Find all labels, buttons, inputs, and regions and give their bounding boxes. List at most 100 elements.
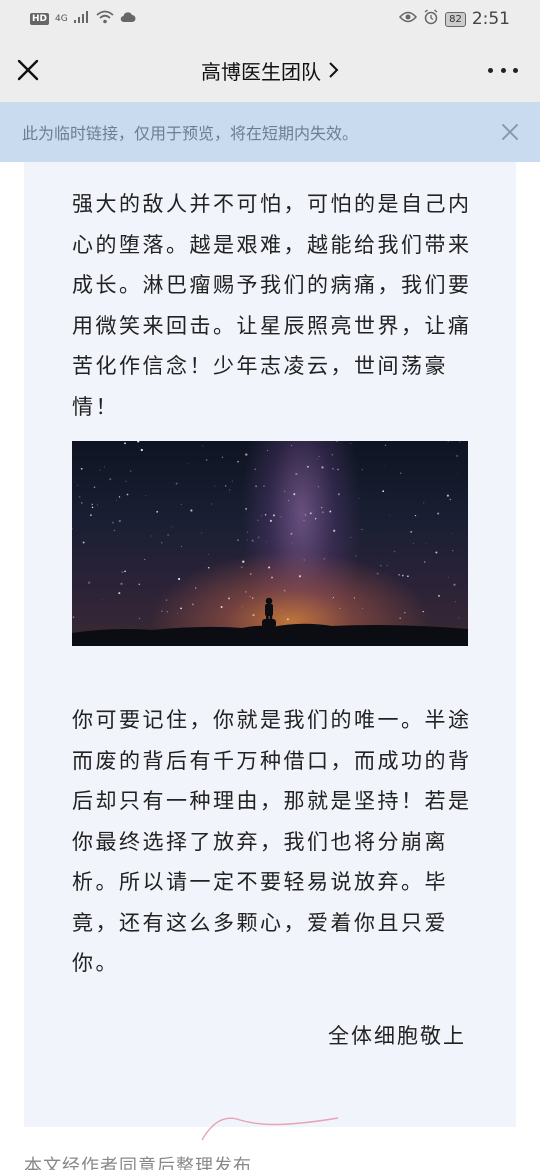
star bbox=[318, 455, 320, 458]
star bbox=[425, 542, 427, 544]
star bbox=[210, 503, 212, 505]
star bbox=[457, 472, 459, 474]
star bbox=[291, 542, 293, 544]
star bbox=[121, 571, 124, 574]
star bbox=[271, 576, 273, 579]
star bbox=[380, 565, 382, 567]
star bbox=[138, 447, 140, 449]
star bbox=[124, 442, 126, 445]
star bbox=[350, 537, 352, 538]
star bbox=[453, 583, 456, 586]
star bbox=[109, 478, 112, 481]
star bbox=[103, 466, 105, 468]
page-title: 高博医生团队 bbox=[201, 61, 321, 84]
star bbox=[82, 541, 85, 544]
star bbox=[309, 512, 312, 515]
star bbox=[242, 560, 245, 563]
star bbox=[361, 469, 363, 471]
star bbox=[202, 445, 204, 447]
more-dot-icon bbox=[488, 67, 493, 73]
star bbox=[331, 597, 333, 599]
star bbox=[80, 502, 83, 504]
star bbox=[255, 485, 258, 488]
star bbox=[260, 515, 262, 516]
star bbox=[190, 509, 193, 512]
star bbox=[400, 472, 402, 474]
star bbox=[280, 610, 282, 612]
star bbox=[252, 614, 255, 617]
star bbox=[382, 490, 385, 493]
star bbox=[283, 589, 286, 592]
star bbox=[116, 499, 117, 501]
article-paragraph-2: 你可要记住，你就是我们的唯一。半途而废的背后有千万种借口，而成功的背后却只有一种… bbox=[72, 708, 472, 975]
starry-sky-image bbox=[72, 441, 468, 646]
star bbox=[263, 485, 265, 487]
star bbox=[422, 610, 424, 613]
star bbox=[220, 606, 223, 608]
star bbox=[313, 509, 314, 511]
cloud-icon bbox=[120, 11, 136, 27]
star bbox=[111, 521, 114, 524]
decorative-swirl-icon bbox=[201, 1117, 339, 1141]
close-icon bbox=[502, 124, 518, 140]
star bbox=[194, 587, 197, 589]
page-title-link[interactable]: 高博医生团队 bbox=[201, 56, 339, 85]
star bbox=[410, 530, 413, 533]
star bbox=[208, 554, 209, 555]
star bbox=[449, 498, 451, 501]
star bbox=[321, 507, 323, 509]
temporary-link-notice: 此为临时链接，仅用于预览，将在短期内失效。 bbox=[0, 102, 540, 162]
star bbox=[304, 514, 306, 516]
star bbox=[401, 574, 404, 577]
chevron-right-icon bbox=[329, 62, 339, 78]
close-button[interactable] bbox=[14, 56, 42, 84]
article-paragraph-1: 强大的敌人并不可怕，可怕的是自己内心的堕落。越是艰难，越能给我们带来成长。淋巴瘤… bbox=[72, 192, 472, 419]
star bbox=[245, 591, 247, 593]
star bbox=[102, 599, 103, 600]
star bbox=[241, 606, 243, 608]
star bbox=[247, 539, 248, 541]
star bbox=[167, 534, 169, 536]
star bbox=[295, 472, 298, 476]
star bbox=[89, 514, 92, 517]
star bbox=[192, 603, 194, 606]
star bbox=[362, 608, 363, 610]
status-right: 82 2:51 bbox=[399, 9, 510, 29]
star bbox=[333, 529, 336, 532]
star bbox=[177, 612, 178, 614]
article-signature: 全体细胞敬上 bbox=[328, 1024, 466, 1048]
more-options-button[interactable] bbox=[488, 58, 518, 82]
notice-text: 此为临时链接，仅用于预览，将在短期内失效。 bbox=[22, 124, 359, 143]
star bbox=[254, 468, 256, 470]
star bbox=[321, 511, 324, 514]
star bbox=[384, 465, 386, 467]
star bbox=[438, 594, 440, 597]
star bbox=[332, 596, 335, 599]
star bbox=[93, 486, 96, 488]
star bbox=[283, 490, 286, 492]
star bbox=[337, 493, 340, 496]
more-dot-icon bbox=[500, 67, 506, 73]
star bbox=[137, 441, 140, 443]
star bbox=[264, 514, 267, 516]
star bbox=[336, 441, 338, 442]
star bbox=[207, 566, 210, 569]
star bbox=[118, 519, 121, 523]
star bbox=[76, 484, 78, 486]
star bbox=[140, 448, 143, 452]
star bbox=[229, 491, 230, 493]
star bbox=[257, 519, 259, 521]
star bbox=[350, 443, 352, 445]
star bbox=[113, 529, 116, 532]
star bbox=[329, 510, 332, 513]
battery-indicator: 82 bbox=[445, 11, 466, 27]
star bbox=[423, 502, 425, 504]
star bbox=[228, 597, 230, 600]
star bbox=[317, 458, 318, 460]
star bbox=[331, 467, 334, 470]
star bbox=[317, 486, 320, 488]
star bbox=[180, 503, 182, 506]
star bbox=[272, 514, 275, 517]
notice-close-button[interactable] bbox=[500, 122, 520, 142]
star bbox=[96, 504, 98, 506]
